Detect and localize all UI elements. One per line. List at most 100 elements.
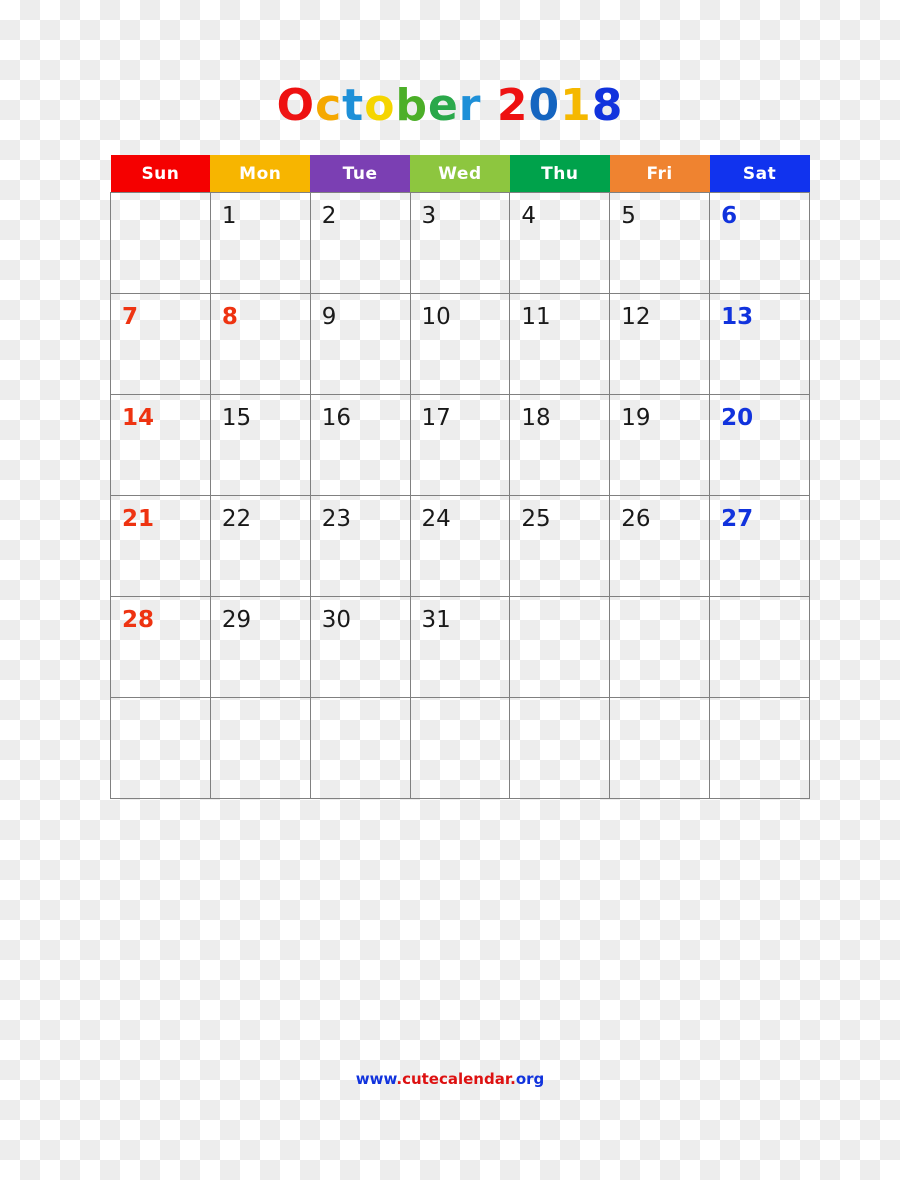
calendar-day-cell[interactable]: 25 — [509, 495, 611, 597]
calendar-day-cell[interactable]: 17 — [409, 394, 511, 496]
day-number: 16 — [321, 405, 351, 431]
calendar-empty-cell — [110, 697, 211, 799]
calendar-day-cell[interactable]: 14 — [110, 394, 211, 496]
day-number: 6 — [721, 203, 738, 229]
calendar-day-cell[interactable]: 2 — [309, 192, 411, 294]
calendar-body: 1 2 3 4 5 6 7 8 9 10 11 12 13 14 15 16 17 18 19 20 21 22 23 24 2… — [110, 192, 810, 799]
calendar-day-cell[interactable]: 29 — [209, 596, 311, 698]
day-number: 19 — [621, 405, 651, 431]
calendar-day-cell[interactable]: 5 — [609, 192, 711, 294]
day-number: 17 — [421, 405, 451, 431]
day-number: 29 — [221, 607, 252, 633]
calendar-week-row: 7 8 9 10 11 12 13 — [110, 293, 810, 395]
calendar-day-cell[interactable]: 4 — [509, 192, 611, 294]
title-letter: 2 — [496, 80, 529, 131]
footer-url-part: www — [355, 1070, 397, 1088]
calendar-day-cell[interactable]: 16 — [309, 394, 411, 496]
weekday-header-fri: Fri — [609, 155, 710, 193]
day-number: 8 — [221, 304, 238, 330]
calendar-day-cell[interactable]: 6 — [709, 192, 810, 294]
day-number: 3 — [421, 203, 437, 229]
day-number — [211, 698, 310, 710]
calendar-empty-cell — [509, 697, 611, 799]
day-number: 12 — [621, 304, 651, 330]
page-title: October 2018 — [0, 84, 900, 128]
day-number — [610, 597, 709, 609]
day-number: 31 — [421, 607, 451, 633]
title-letter: r — [458, 80, 482, 131]
calendar-day-cell[interactable]: 11 — [509, 293, 611, 395]
calendar-day-cell[interactable]: 3 — [409, 192, 511, 294]
day-number: 11 — [521, 304, 551, 330]
day-number: 7 — [122, 304, 139, 330]
calendar-day-cell[interactable]: 8 — [209, 293, 311, 395]
weekday-header-mon: Mon — [210, 155, 311, 193]
weekday-header-row: Sun Mon Tue Wed Thu Fri Sat — [110, 155, 810, 193]
calendar-day-cell[interactable]: 24 — [409, 495, 511, 597]
title-letter: e — [427, 80, 459, 131]
weekday-header-thu: Thu — [509, 155, 610, 193]
calendar-empty-cell — [609, 697, 711, 799]
day-number — [610, 698, 709, 710]
calendar-day-cell[interactable]: 7 — [110, 293, 211, 395]
calendar-day-cell[interactable]: 23 — [309, 495, 411, 597]
day-number: 20 — [721, 405, 754, 431]
day-number — [111, 193, 210, 205]
title-letter: 1 — [560, 80, 592, 131]
day-number: 21 — [122, 506, 155, 532]
calendar-day-cell[interactable]: 18 — [509, 394, 611, 496]
day-number: 30 — [321, 607, 351, 633]
weekday-header-wed: Wed — [410, 155, 510, 193]
day-number: 15 — [221, 405, 252, 431]
weekday-header-tue: Tue — [310, 155, 411, 193]
calendar-empty-cell — [609, 596, 711, 698]
day-number: 26 — [621, 506, 651, 532]
weekday-header-sat: Sat — [709, 155, 810, 193]
day-number: 28 — [122, 607, 155, 633]
calendar-day-cell[interactable]: 9 — [309, 293, 411, 395]
day-number: 10 — [421, 304, 451, 330]
calendar-day-cell[interactable]: 13 — [709, 293, 810, 395]
weekday-header-sun: Sun — [110, 155, 211, 193]
calendar-empty-cell — [409, 697, 511, 799]
footer-url[interactable]: www.cutecalendar.org — [0, 1070, 900, 1088]
title-letter: t — [342, 80, 365, 131]
calendar-day-cell[interactable]: 21 — [110, 495, 211, 597]
title-letter: b — [395, 80, 428, 131]
calendar-day-cell[interactable]: 27 — [709, 495, 810, 597]
calendar-grid: Sun Mon Tue Wed Thu Fri Sat 1 2 3 4 5 6 7 8 9 10 11 12 13 1… — [110, 155, 810, 799]
title-letter: 0 — [528, 80, 561, 131]
day-number: 22 — [221, 506, 252, 532]
title-letter: O — [276, 80, 316, 131]
calendar-empty-cell — [309, 697, 411, 799]
day-number: 23 — [321, 506, 351, 532]
title-letter — [482, 80, 497, 131]
calendar-day-cell[interactable]: 20 — [709, 394, 810, 496]
calendar-day-cell[interactable]: 10 — [409, 293, 511, 395]
calendar-day-cell[interactable]: 1 — [209, 192, 311, 294]
day-number: 9 — [321, 304, 337, 330]
calendar-day-cell[interactable]: 22 — [209, 495, 311, 597]
calendar-empty-cell — [509, 596, 611, 698]
calendar-day-cell[interactable]: 12 — [609, 293, 711, 395]
calendar-day-cell[interactable]: 28 — [110, 596, 211, 698]
calendar-day-cell[interactable]: 30 — [309, 596, 411, 698]
calendar-week-row: 28 29 30 31 — [110, 596, 810, 698]
day-number: 2 — [321, 203, 337, 229]
day-number: 4 — [521, 203, 537, 229]
calendar-day-cell[interactable]: 19 — [609, 394, 711, 496]
day-number — [510, 698, 609, 710]
calendar-day-cell[interactable]: 26 — [609, 495, 711, 597]
day-number: 24 — [421, 506, 451, 532]
day-number — [510, 597, 609, 609]
calendar-empty-cell — [709, 697, 810, 799]
footer-url-part: org — [515, 1070, 545, 1088]
day-number: 1 — [221, 203, 237, 229]
day-number — [710, 698, 809, 710]
calendar-empty-cell — [709, 596, 810, 698]
calendar-empty-cell — [209, 697, 311, 799]
calendar-day-cell[interactable]: 31 — [409, 596, 511, 698]
calendar-week-row: 1 2 3 4 5 6 — [110, 192, 810, 294]
day-number — [411, 698, 510, 710]
calendar-day-cell[interactable]: 15 — [209, 394, 311, 496]
